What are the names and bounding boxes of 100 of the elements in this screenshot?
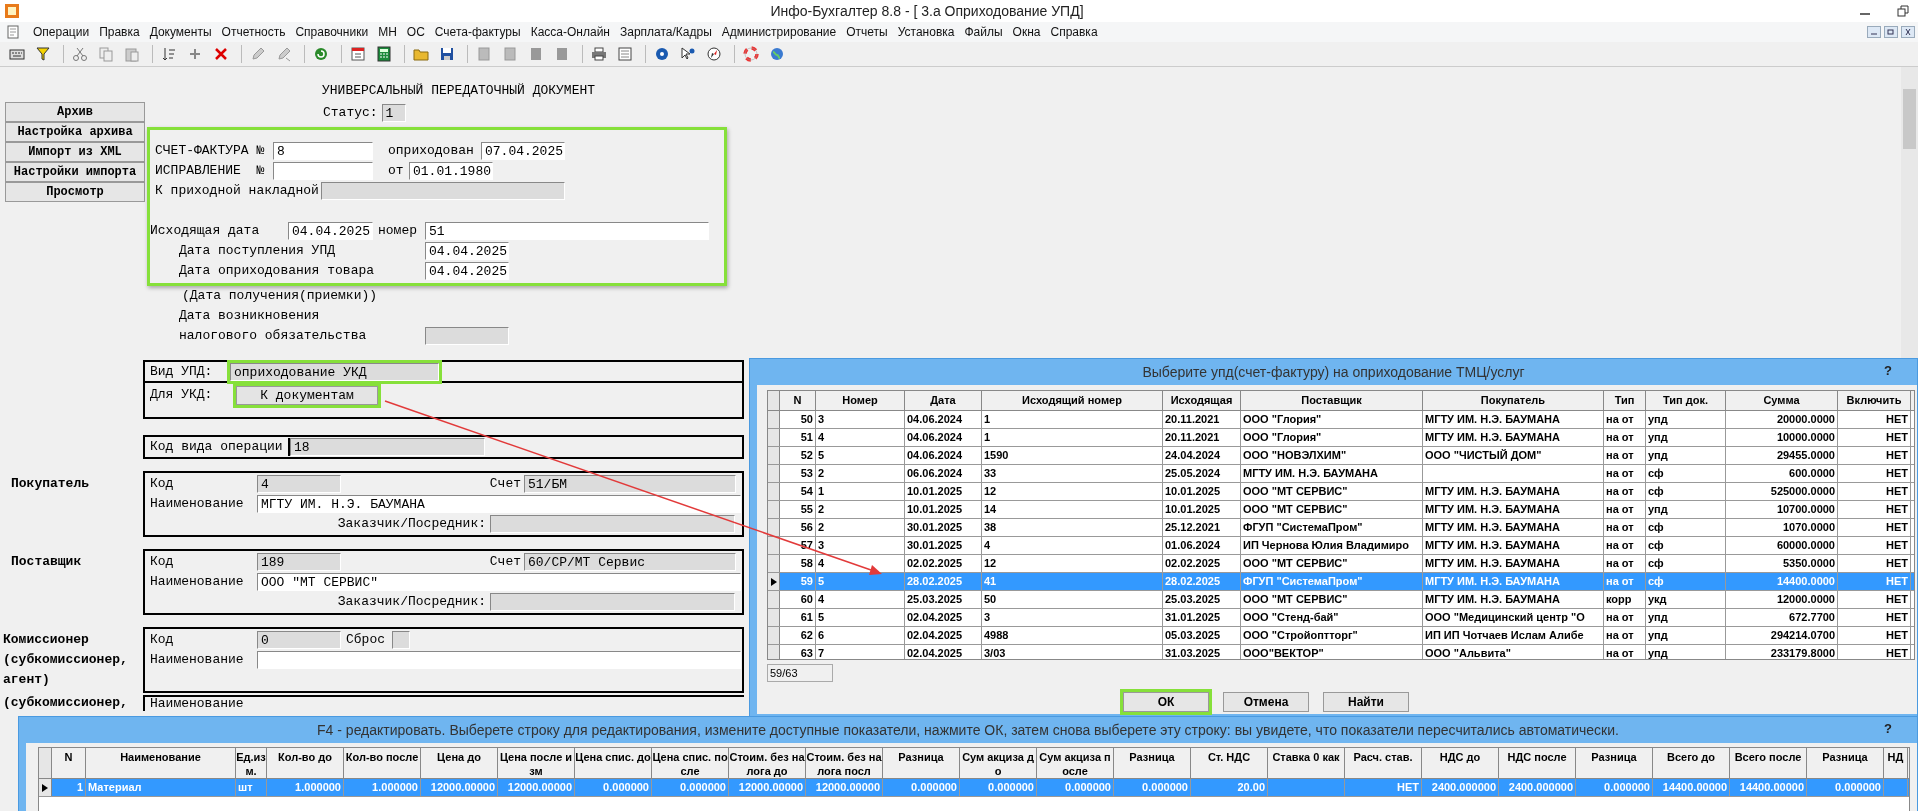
save-icon[interactable] bbox=[439, 46, 455, 62]
outgoing-date-field[interactable]: 04.04.2025 bbox=[288, 222, 373, 240]
document-icon[interactable] bbox=[554, 46, 570, 62]
column-header[interactable]: Разница bbox=[1114, 748, 1191, 778]
menu-item[interactable]: ОС bbox=[401, 25, 430, 39]
table-row[interactable]: 54 1 10.01.2025 12 10.01.2025 ООО "МТ СЕРВИС" МГТУ ИМ. Н.Э. БАУМАНА на от сф 525000.0000 НЕТ bbox=[768, 483, 1914, 501]
posted-date-field[interactable]: 07.04.2025 bbox=[481, 142, 565, 160]
column-header[interactable]: Цена после изм bbox=[498, 748, 575, 778]
menu-item[interactable]: Файлы bbox=[959, 25, 1008, 39]
table-row[interactable]: 52 5 04.06.2024 1590 24.04.2024 ООО "НОВЭЛХИМ" ООО "ЧИСТЫЙ ДОМ" на от упд 29455.0000 НЕТ bbox=[768, 447, 1914, 465]
column-header[interactable]: Разница bbox=[1576, 748, 1653, 778]
side-button[interactable]: Импорт из XML bbox=[5, 142, 145, 162]
documents-button[interactable]: К документам bbox=[236, 386, 378, 405]
document-icon[interactable] bbox=[502, 46, 518, 62]
refresh-icon[interactable] bbox=[313, 46, 329, 62]
code-field[interactable]: 4 bbox=[257, 475, 341, 493]
help-button[interactable]: ? bbox=[1881, 363, 1895, 378]
column-header[interactable]: Покупатель bbox=[1423, 391, 1604, 410]
column-header[interactable]: Ст. НДС bbox=[1191, 748, 1268, 778]
column-header[interactable]: N bbox=[52, 748, 86, 778]
column-header[interactable]: НДС после bbox=[1499, 748, 1576, 778]
dialog-button[interactable]: Найти bbox=[1323, 692, 1409, 712]
sort-icon[interactable] bbox=[161, 46, 177, 62]
column-header[interactable]: Цена до bbox=[421, 748, 498, 778]
globe-icon[interactable] bbox=[769, 46, 785, 62]
calculator-icon[interactable] bbox=[376, 46, 392, 62]
menu-item[interactable]: Операции bbox=[28, 25, 95, 39]
tax-date-field[interactable] bbox=[425, 327, 509, 345]
column-header[interactable]: Цена спис. до bbox=[575, 748, 652, 778]
table-row[interactable]: 51 4 04.06.2024 1 20.11.2021 ООО "Глория" МГТУ ИМ. Н.Э. БАУМАНА на от упд 10000.0000 НЕТ bbox=[768, 429, 1914, 447]
receipt-note-field[interactable] bbox=[321, 182, 565, 200]
column-header[interactable]: Ставка 0 как bbox=[1268, 748, 1345, 778]
name-field[interactable]: ООО "МТ СЕРВИС" bbox=[257, 573, 741, 591]
column-header[interactable]: Сум акциза до bbox=[960, 748, 1037, 778]
agent-field[interactable] bbox=[490, 593, 735, 611]
date-field[interactable]: 04.04.2025 bbox=[425, 242, 509, 260]
dialog-button[interactable]: ОК bbox=[1123, 692, 1209, 712]
minimize-icon[interactable] bbox=[1867, 26, 1881, 38]
correction-number-field[interactable] bbox=[273, 162, 373, 180]
pencil-icon[interactable] bbox=[250, 46, 266, 62]
column-header[interactable]: Ед.изм. bbox=[236, 748, 267, 778]
calendar-icon[interactable] bbox=[350, 46, 366, 62]
name-field[interactable] bbox=[257, 651, 741, 669]
column-header[interactable]: Сум акциза после bbox=[1037, 748, 1114, 778]
document-icon[interactable] bbox=[6, 25, 20, 39]
column-header[interactable]: Поставщик bbox=[1241, 391, 1423, 410]
pencil-icon[interactable] bbox=[276, 46, 292, 62]
column-header[interactable]: Кол-во до bbox=[267, 748, 344, 778]
menu-item[interactable]: Документы bbox=[144, 25, 217, 39]
plus-icon[interactable] bbox=[187, 46, 203, 62]
menu-item[interactable]: Отчеты bbox=[841, 25, 893, 39]
close-icon[interactable] bbox=[1901, 26, 1915, 38]
column-header[interactable]: Тип bbox=[1604, 391, 1646, 410]
status-field[interactable]: 1 bbox=[381, 104, 406, 122]
column-header[interactable]: Всего до bbox=[1653, 748, 1730, 778]
table-row[interactable]: 58 4 02.02.2025 12 02.02.2025 ООО "МТ СЕРВИС" МГТУ ИМ. Н.Э. БАУМАНА на от сф 5350.0000 НЕТ bbox=[768, 555, 1914, 573]
column-header[interactable]: Исходящий номер bbox=[982, 391, 1163, 410]
outgoing-number-field[interactable]: 51 bbox=[425, 222, 709, 240]
document-icon[interactable] bbox=[528, 46, 544, 62]
menu-item[interactable]: Счета-фактуры bbox=[429, 25, 526, 39]
restore-icon[interactable] bbox=[1884, 26, 1898, 38]
help-icon[interactable] bbox=[654, 46, 670, 62]
name-field[interactable]: МГТУ ИМ. Н.Э. БАУМАНА bbox=[257, 495, 741, 513]
menu-item[interactable]: Правка bbox=[94, 25, 145, 39]
paste-icon[interactable] bbox=[124, 46, 140, 62]
column-header[interactable]: Дата bbox=[905, 391, 982, 410]
copy-icon[interactable] bbox=[98, 46, 114, 62]
column-header[interactable]: Сумма bbox=[1726, 391, 1838, 410]
code-field[interactable]: 0 bbox=[257, 631, 341, 649]
table-row[interactable]: 56 2 30.01.2025 38 25.12.2021 ФГУП "СистемаПром" МГТУ ИМ. Н.Э. БАУМАНА на от сф 1070.0000 НЕТ bbox=[768, 519, 1914, 537]
column-header[interactable]: Расч. став. bbox=[1345, 748, 1422, 778]
column-header[interactable]: Разница bbox=[883, 748, 960, 778]
scissors-icon[interactable] bbox=[72, 46, 88, 62]
menu-item[interactable]: Отчетность bbox=[216, 25, 291, 39]
code-field[interactable]: 189 bbox=[257, 553, 341, 571]
operation-code-field[interactable]: 18 bbox=[290, 438, 485, 456]
correction-date-field[interactable]: 01.01.1980 bbox=[409, 162, 493, 180]
column-header[interactable]: Включить bbox=[1838, 391, 1911, 410]
table-row[interactable]: 55 2 10.01.2025 14 10.01.2025 ООО "МТ СЕРВИС" МГТУ ИМ. Н.Э. БАУМАНА на от упд 10700.0000 НЕТ bbox=[768, 501, 1914, 519]
menu-item[interactable]: Зарплата/Кадры bbox=[614, 25, 717, 39]
side-button[interactable]: Архив bbox=[5, 102, 145, 122]
column-header[interactable]: Разница bbox=[1807, 748, 1884, 778]
menu-item[interactable]: МН bbox=[373, 25, 402, 39]
column-header[interactable]: Наименование bbox=[86, 748, 236, 778]
side-button[interactable]: Просмотр bbox=[5, 182, 145, 202]
table-row[interactable]: 63 7 02.04.2025 3/03 31.03.2025 ООО"ВЕКТОР" ООО "Альвита" на от упд 233179.8000 НЕТ bbox=[768, 645, 1914, 659]
side-button[interactable]: Настройки импорта bbox=[5, 162, 145, 182]
column-header[interactable]: Кол-во после bbox=[344, 748, 421, 778]
menu-item[interactable]: Окна bbox=[1007, 25, 1046, 39]
column-header[interactable]: Цена спис. после bbox=[652, 748, 729, 778]
column-header[interactable]: Стоим. без налога до bbox=[729, 748, 806, 778]
account-field[interactable]: 51/БМ bbox=[524, 475, 736, 493]
column-header[interactable]: Исходящая bbox=[1163, 391, 1241, 410]
menu-item[interactable]: Справка bbox=[1045, 25, 1103, 39]
column-header[interactable]: N bbox=[780, 391, 816, 410]
menu-item[interactable]: Установка bbox=[892, 25, 960, 39]
menu-item[interactable]: Касса-Онлайн bbox=[525, 25, 615, 39]
menu-item[interactable]: Справочники bbox=[290, 25, 374, 39]
filter-icon[interactable] bbox=[35, 46, 51, 62]
account-field[interactable]: 60/СР/МТ Сервис bbox=[524, 553, 736, 571]
